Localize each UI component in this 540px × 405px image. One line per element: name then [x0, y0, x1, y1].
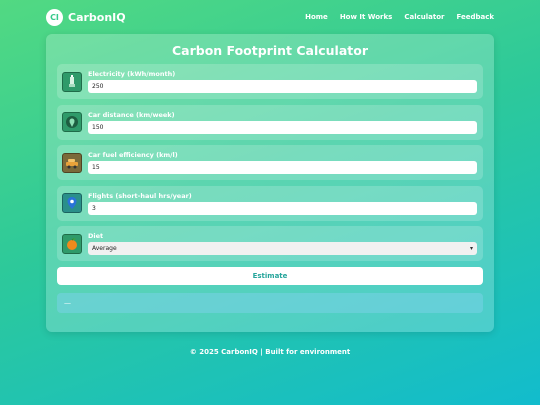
power-plant-icon	[62, 71, 82, 92]
fuel-efficiency-input[interactable]: 15	[88, 161, 477, 174]
nav-links: Home How It Works Calculator Feedback	[305, 13, 494, 21]
fuel-car-icon	[62, 152, 82, 173]
flights-label: Flights (short-haul hrs/year)	[88, 191, 192, 200]
logo-icon: CI	[46, 8, 63, 26]
nav-how-it-works[interactable]: How It Works	[340, 13, 393, 21]
footer-text: © 2025 CarbonIQ | Built for environment	[189, 348, 351, 356]
car-distance-label: Car distance (km/week)	[88, 110, 175, 119]
estimate-button[interactable]: Estimate	[57, 266, 483, 285]
diet-select[interactable]: Average ▾	[88, 242, 477, 255]
nav-home[interactable]: Home	[305, 13, 328, 21]
electricity-label: Electricity (kWh/month)	[88, 70, 176, 78]
nav-calculator[interactable]: Calculator	[404, 13, 444, 21]
result-text: —	[64, 298, 71, 307]
diet-label: Diet	[88, 232, 104, 240]
chevron-down-icon: ▾	[469, 245, 473, 252]
nav-feedback[interactable]: Feedback	[456, 13, 494, 21]
electricity-field: Electricity (kWh/month) 250	[57, 64, 483, 99]
location-pin-icon	[62, 193, 82, 213]
result-box: —	[57, 292, 483, 313]
orange-fruit-icon	[62, 233, 82, 254]
fuel-efficiency-label: Car fuel efficiency (km/l)	[88, 151, 178, 159]
fuel-efficiency-field: Car fuel efficiency (km/l) 15	[57, 145, 483, 180]
page-title: Carbon Footprint Calculator	[171, 43, 368, 58]
diet-field: Diet Average ▾	[57, 226, 483, 261]
calculator-card: Carbon Footprint Calculator Electricity …	[46, 34, 494, 332]
brand[interactable]: CI CarbonIQ	[46, 8, 126, 26]
brand-name: CarbonIQ	[68, 10, 126, 24]
map-pin-icon	[62, 112, 82, 132]
flights-input[interactable]: 3	[88, 201, 477, 215]
car-distance-field: Car distance (km/week) 150	[57, 104, 483, 140]
electricity-input[interactable]: 250	[88, 80, 477, 93]
flights-field: Flights (short-haul hrs/year) 3	[57, 185, 483, 221]
top-nav-bar: CI CarbonIQ Home How It Works Calculator…	[0, 0, 540, 34]
car-distance-input[interactable]: 150	[88, 120, 477, 134]
